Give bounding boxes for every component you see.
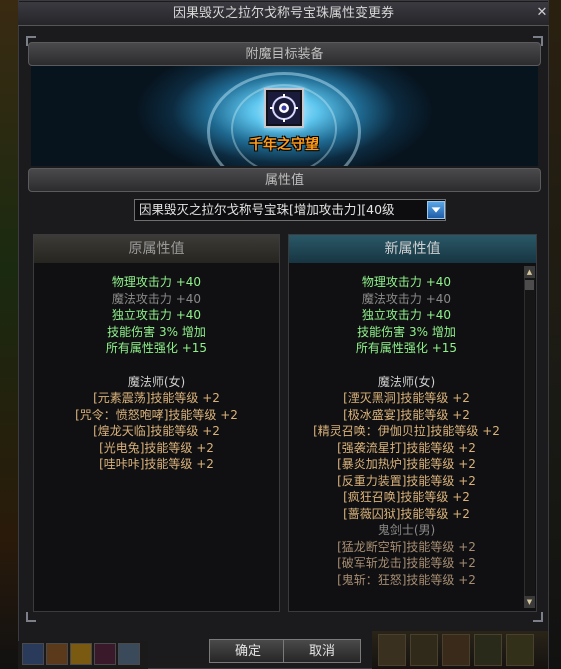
new-class-name-2: 鬼剑士(男) [377,523,436,537]
scrollbar[interactable] [524,266,535,608]
stat-line: 魔法攻击力 +40 [111,291,202,306]
scrollbar-thumb[interactable] [525,280,534,290]
scroll-down-icon[interactable]: ▼ [524,596,535,608]
old-class-name: 魔法师(女) [127,374,186,389]
skill-line: [光电兔]技能等级 +2 [99,440,214,455]
stat-line: 物理攻击力 +40 [361,275,452,289]
skill-line: [反重力装置]技能等级 +2 [337,473,476,488]
stat-line: 魔法攻击力 +40 [361,291,452,306]
hud-slot-icon[interactable] [22,643,44,665]
scroll-up-icon[interactable]: ▲ [524,266,535,278]
skill-line: [破军斩龙击]技能等级 +2 [337,556,476,570]
skill-line: [哇咔咔]技能等级 +2 [99,457,214,471]
skill-slot[interactable] [506,634,534,666]
game-background-left [0,0,18,669]
new-class-name: 魔法师(女) [377,374,436,389]
skill-slot[interactable] [410,634,438,666]
skill-slot[interactable] [442,634,470,666]
skill-slot[interactable] [378,634,406,666]
stat-line: 所有属性强化 +15 [105,341,208,355]
frame-corner-bl [26,612,36,622]
skill-line: [蔷薇囚狱]技能等级 +2 [343,506,470,521]
stat-line: 独立攻击力 +40 [361,308,452,322]
skill-line: [煌龙天临]技能等级 +2 [93,424,220,438]
new-attribute-header: 新属性值 [289,235,536,263]
skill-line: [鬼斩：狂怒]技能等级 +2 [337,572,476,587]
skill-line: [猛龙断空斩]技能等级 +2 [337,539,476,554]
old-attribute-list: 物理攻击力 +40 魔法攻击力 +40 独立攻击力 +40 技能伤害 3% 增加 所有属… [34,274,279,473]
skill-line: [湮灭黑洞]技能等级 +2 [343,391,470,405]
stat-line: 技能伤害 3% 增加 [357,324,456,339]
skill-line: [暴炎加热炉]技能等级 +2 [337,457,476,471]
skill-line: [元素震荡]技能等级 +2 [93,391,220,405]
new-stat-list: 物理攻击力 +40 魔法攻击力 +40 独立攻击力 +40 技能伤害 3% 增加 所有属… [289,274,524,357]
heart-icon[interactable] [94,643,116,665]
new-skill-list: [湮灭黑洞]技能等级 +2 [极冰盛宴]技能等级 +2 [精灵召唤：伊伽贝拉]技能等… [289,390,524,522]
skill-line: [精灵召唤：伊伽贝拉]技能等级 +2 [313,424,500,438]
hud-slot-icon[interactable] [46,643,68,665]
stat-line: 技能伤害 3% 增加 [107,324,206,339]
stat-line: 物理攻击力 +40 [111,275,202,289]
old-attribute-header: 原属性值 [34,235,279,263]
attribute-select-value: 因果毁灭之拉尔戈称号宝珠[增加攻击力][40级 [139,202,395,217]
old-stat-list: 物理攻击力 +40 魔法攻击力 +40 独立攻击力 +40 技能伤害 3% 增加 所有属… [34,274,279,357]
frame-corner-br [533,612,543,622]
attribute-header: 属性值 [28,168,541,192]
close-icon[interactable]: ✕ [534,5,550,21]
stat-line: 所有属性强化 +15 [355,341,458,355]
skill-line: [疯狂召唤]技能等级 +2 [343,490,470,504]
stat-line: 独立攻击力 +40 [111,308,202,322]
eye-emblem-icon [268,92,300,124]
confirm-button[interactable]: 确定 [209,639,287,663]
hud-slot-icon[interactable] [70,643,92,665]
cancel-button[interactable]: 取消 [283,639,361,663]
new-attribute-list: 物理攻击力 +40 魔法攻击力 +40 独立攻击力 +40 技能伤害 3% 增加 所有属… [289,274,524,588]
game-background-right [548,0,561,669]
new-skill-list-2: [猛龙断空斩]技能等级 +2 [破军斩龙击]技能等级 +2 [鬼斩：狂怒]技能等级 … [289,539,524,589]
window-title: 因果毁灭之拉尔戈称号宝珠属性变更券 [172,6,394,21]
skill-slot[interactable] [474,634,502,666]
skill-line: [强袭流星打]技能等级 +2 [337,440,476,455]
item-name: 千年之守望 [249,137,319,153]
chevron-down-icon[interactable] [427,201,445,219]
skill-line: [极冰盛宴]技能等级 +2 [343,407,470,422]
skill-line: [咒令：愤怒咆哮]技能等级 +2 [75,407,238,422]
target-equipment-header: 附魔目标装备 [28,42,541,66]
old-skill-list: [元素震荡]技能等级 +2 [咒令：愤怒咆哮]技能等级 +2 [煌龙天临]技能等级 … [34,390,279,473]
hud-slot-icon[interactable] [118,643,140,665]
